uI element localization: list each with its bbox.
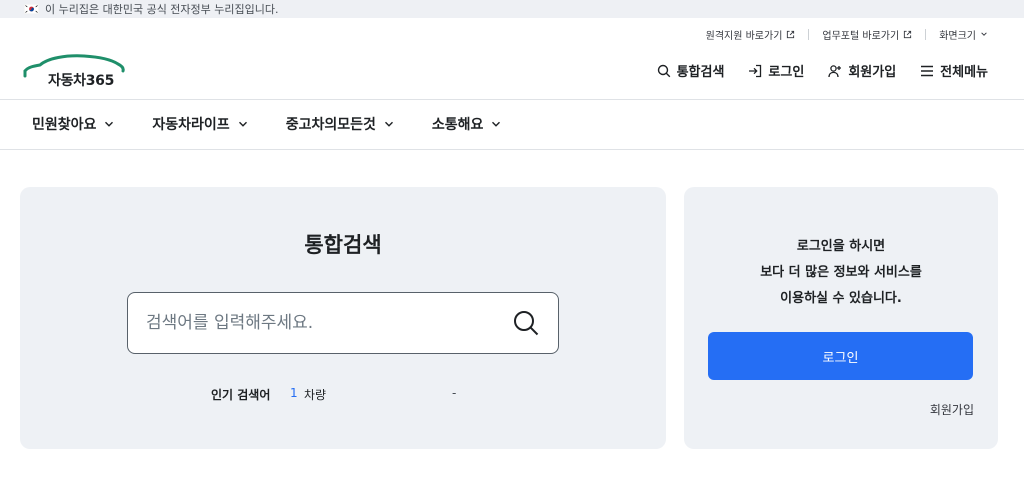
signup-link[interactable]: 회원가입 [828,61,896,80]
search-title: 통합검색 [304,233,382,257]
menu-label: 전체메뉴 [940,65,988,80]
chevron-down-icon [492,121,501,127]
chevron-down-icon [238,121,247,127]
login-label: 로그인 [768,65,805,80]
login-card: 로그인을 하시면 보다 더 많은 정보와 서비스를 이용하실 수 있습니다. 로… [684,187,998,449]
remote-support-link[interactable]: 원격지원 바로가기 [706,27,796,42]
login-icon [749,64,762,77]
work-portal-link[interactable]: 업무포털 바로가기 [822,27,912,42]
header-divider [0,99,1024,100]
gov-banner-text: 이 누리집은 대한민국 공식 전자정부 누리집입니다. [45,3,279,16]
search-icon[interactable] [512,309,540,337]
work-portal-label: 업무포털 바로가기 [822,30,900,42]
search-box [127,292,559,354]
nav-divider [0,149,1024,150]
remote-support-label: 원격지원 바로가기 [705,30,783,42]
chevron-down-icon [981,32,987,36]
popular-label: 인기 검색어 [211,388,271,402]
search-input[interactable] [146,293,506,353]
user-plus-icon [828,64,842,77]
divider [925,28,927,40]
header-actions: 통합검색 로그인 회원가입 전체메뉴 [633,61,988,80]
search-card: 통합검색 인기 검색어 1 차량 - [20,187,666,449]
main-nav: 민원찾아요 자동차라이프 중고차의모든것 소통해요 [32,114,539,134]
screen-size-label: 화면크기 [939,30,976,42]
search-icon [657,64,670,77]
chevron-down-icon [105,121,114,127]
screen-size-dropdown[interactable]: 화면크기 [939,27,988,42]
nav-label: 소통해요 [431,117,484,133]
login-button[interactable]: 로그인 [708,332,973,380]
site-logo[interactable]: 자동차365 [22,54,128,90]
nav-item-civil-service[interactable]: 민원찾아요 [32,114,114,134]
integrated-search-button[interactable]: 통합검색 [657,61,725,80]
nav-item-car-life[interactable]: 자동차라이프 [152,114,247,134]
external-link-icon [904,30,912,38]
signup-label: 회원가입 [848,65,897,80]
gov-banner: 이 누리집은 대한민국 공식 전자정부 누리집입니다. [0,0,1024,18]
login-message-line: 로그인을 하시면 [796,239,886,254]
nav-label: 민원찾아요 [32,117,97,133]
nav-label: 자동차라이프 [152,117,230,133]
logo-text: 자동차365 [48,73,115,89]
search-label: 통합검색 [676,65,725,80]
popular-rank-change: - [452,386,457,400]
nav-label: 중고차의모든것 [285,117,376,133]
signup-link[interactable]: 회원가입 [930,401,974,418]
login-link[interactable]: 로그인 [748,61,804,80]
all-menu-button[interactable]: 전체메뉴 [920,61,988,80]
login-message: 로그인을 하시면 보다 더 많은 정보와 서비스를 이용하실 수 있습니다. [684,234,998,312]
nav-item-communication[interactable]: 소통해요 [432,114,502,134]
utility-links: 원격지원 바로가기 업무포털 바로가기 화면크기 [706,26,988,42]
hamburger-menu-icon [921,65,934,76]
nav-item-used-car[interactable]: 중고차의모든것 [286,114,394,134]
divider [808,28,810,40]
login-message-line: 이용하실 수 있습니다. [780,291,902,306]
popular-rank: 1 [290,386,298,400]
chevron-down-icon [384,121,393,127]
login-message-line: 보다 더 많은 정보와 서비스를 [760,265,922,280]
korea-flag-icon [24,4,39,14]
popular-keyword-link[interactable]: 차량 [304,386,326,403]
external-link-icon [787,30,795,38]
